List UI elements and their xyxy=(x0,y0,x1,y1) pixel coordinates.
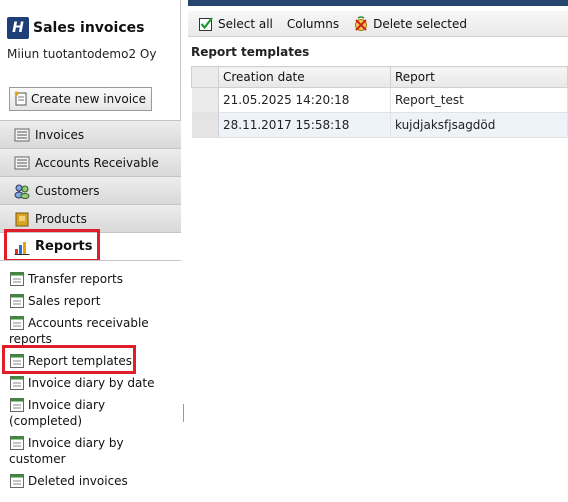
reports-submenu: Transfer reports Sales report Accounts r… xyxy=(0,260,181,502)
create-new-invoice-label: Create new invoice xyxy=(31,92,147,106)
box-icon xyxy=(14,211,30,227)
nav-reports[interactable]: Reports xyxy=(0,232,181,260)
delete-selected-button[interactable]: Delete selected xyxy=(353,15,467,32)
report-invoice-diary-completed[interactable]: Invoice diary (completed) xyxy=(9,397,119,429)
report-deleted-invoices[interactable]: Deleted invoices xyxy=(9,473,177,489)
checkbox-icon xyxy=(198,16,214,32)
app-header: H Sales invoices xyxy=(7,17,144,39)
report-sales-report[interactable]: Sales report xyxy=(9,293,177,309)
cell-creation-date: 28.11.2017 15:58:18 xyxy=(218,112,391,138)
app-title: Sales invoices xyxy=(33,20,145,36)
nav-invoices[interactable]: Invoices xyxy=(0,120,181,148)
company-name: Miiun tuotantodemo2 Oy xyxy=(7,47,157,61)
report-accounts-receivable-reports-label: Accounts receivable reports xyxy=(9,316,149,346)
report-document-icon xyxy=(9,271,25,287)
nav-products-label: Products xyxy=(35,211,87,226)
report-document-icon xyxy=(9,435,25,451)
select-all-label: Select all xyxy=(218,16,273,31)
report-document-icon xyxy=(9,353,25,369)
section-title: Report templates xyxy=(191,45,310,59)
row-selector[interactable] xyxy=(191,87,219,113)
list-icon xyxy=(14,155,30,171)
columns-button[interactable]: Columns xyxy=(287,17,339,31)
main-content: Select all Columns Delete selected Repor… xyxy=(188,0,568,502)
report-document-icon xyxy=(9,375,25,391)
column-header-report[interactable]: Report xyxy=(390,66,568,88)
report-document-icon xyxy=(9,315,25,331)
panel-resize-handle[interactable] xyxy=(183,404,184,422)
delete-selected-label: Delete selected xyxy=(373,16,467,31)
report-invoice-diary-by-customer-label: Invoice diary by customer xyxy=(9,436,124,466)
row-selector-header[interactable] xyxy=(191,66,219,88)
cell-report: Report_test xyxy=(390,87,568,113)
table-header-row: Creation date Report xyxy=(191,66,568,88)
select-all-button[interactable]: Select all xyxy=(198,16,273,32)
report-invoice-diary-by-customer[interactable]: Invoice diary by customer xyxy=(9,435,129,467)
table-row[interactable]: 21.05.2025 14:20:18 Report_test xyxy=(191,87,568,113)
sidebar: H Sales invoices Miiun tuotantodemo2 Oy … xyxy=(0,0,181,502)
nav-products[interactable]: Products xyxy=(0,204,181,232)
nav-customers-label: Customers xyxy=(35,183,100,198)
cell-report: kujdjaksfjsagdöd xyxy=(390,112,568,138)
new-document-icon xyxy=(13,91,29,107)
report-report-templates[interactable]: Report templates xyxy=(9,353,177,369)
nav-invoices-label: Invoices xyxy=(35,127,85,142)
report-report-templates-label: Report templates xyxy=(28,354,133,368)
report-document-icon xyxy=(9,473,25,489)
list-icon xyxy=(14,127,30,143)
app-logo: H xyxy=(7,17,29,39)
table-row[interactable]: 28.11.2017 15:58:18 kujdjaksfjsagdöd xyxy=(191,112,568,138)
people-icon xyxy=(14,183,30,199)
report-invoice-diary-by-date[interactable]: Invoice diary by date xyxy=(9,375,177,391)
report-invoice-diary-by-date-label: Invoice diary by date xyxy=(28,376,155,390)
report-document-icon xyxy=(9,397,25,413)
report-document-icon xyxy=(9,293,25,309)
row-selector[interactable] xyxy=(191,112,219,138)
report-accounts-receivable-reports[interactable]: Accounts receivable reports xyxy=(9,315,177,347)
column-header-creation-date[interactable]: Creation date xyxy=(218,66,391,88)
report-transfer-reports[interactable]: Transfer reports xyxy=(9,271,177,287)
columns-label: Columns xyxy=(286,16,340,31)
create-new-invoice-button[interactable]: Create new invoice xyxy=(9,87,152,111)
nav-accounts-receivable-label: Accounts Receivable xyxy=(35,155,159,170)
toolbar: Select all Columns Delete selected xyxy=(188,11,568,37)
delete-icon xyxy=(353,15,369,32)
nav-customers[interactable]: Customers xyxy=(0,176,181,204)
nav-reports-label: Reports xyxy=(35,239,93,254)
report-transfer-reports-label: Transfer reports xyxy=(28,272,123,286)
top-bar xyxy=(188,0,568,6)
report-sales-report-label: Sales report xyxy=(28,294,101,308)
report-templates-table: Creation date Report 21.05.2025 14:20:18… xyxy=(191,66,568,138)
bar-chart-icon xyxy=(14,239,30,255)
report-deleted-invoices-label: Deleted invoices xyxy=(28,474,128,488)
cell-creation-date: 21.05.2025 14:20:18 xyxy=(218,87,391,113)
nav-accounts-receivable[interactable]: Accounts Receivable xyxy=(0,148,181,176)
